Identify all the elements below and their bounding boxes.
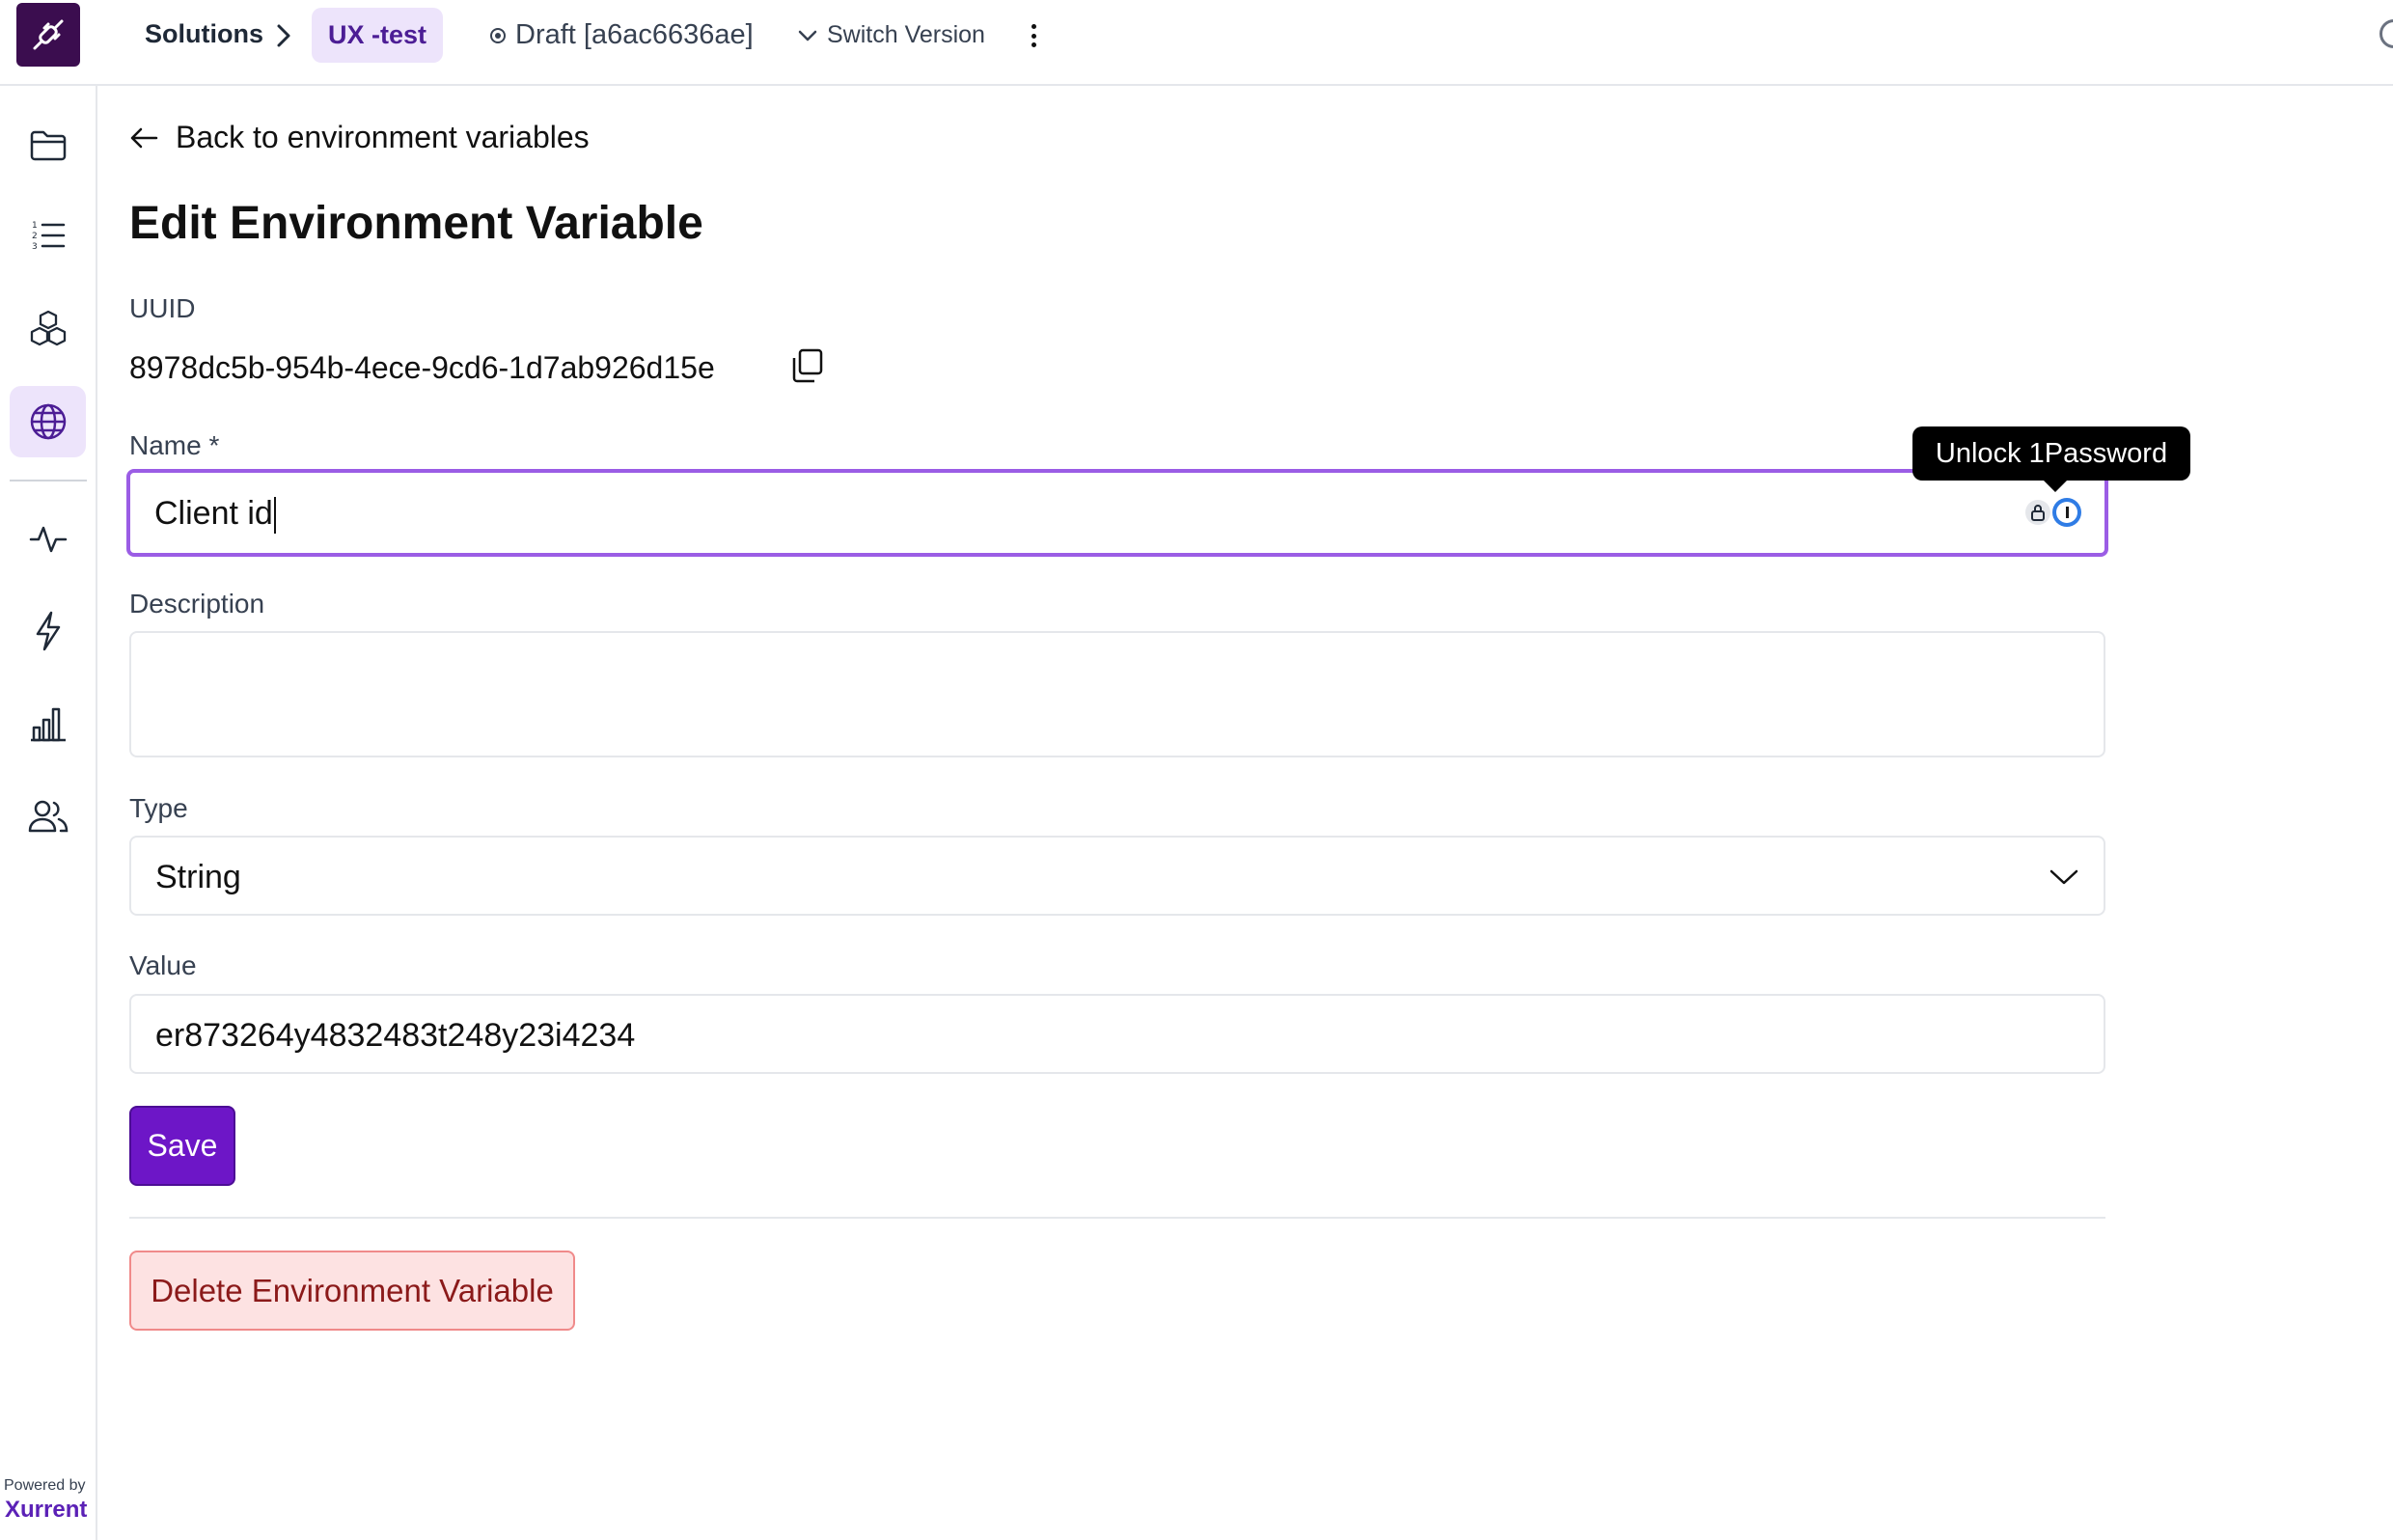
sidebar-item-activity[interactable] [10,504,86,575]
more-options-icon[interactable] [1027,21,1040,50]
sidebar-item-environment[interactable] [10,386,86,457]
chevron-right-icon [277,24,290,47]
powered-by-label: Powered by [4,1477,86,1494]
switch-version-button[interactable]: Switch Version [798,21,985,49]
breadcrumb-current-solution[interactable]: UX -test [312,8,444,63]
app-logo[interactable] [16,3,80,67]
bar-chart-icon [30,707,66,742]
top-bar: Solutions UX -test Draft [a6ac6636ae] Sw… [0,0,2393,86]
svg-text:1: 1 [32,221,38,231]
sidebar-item-components[interactable] [10,293,86,365]
name-label: Name * [129,430,220,460]
plug-logo-icon [33,19,64,50]
sidebar-item-files[interactable] [10,109,86,180]
page-title: Edit Environment Variable [129,198,703,249]
cubes-icon [30,310,66,346]
globe-icon [30,403,66,440]
value-input[interactable]: er873264y4832483t248y23i4234 [129,994,2105,1074]
sidebar-item-users[interactable] [10,781,86,852]
type-select[interactable]: String [129,836,2105,916]
activity-icon [29,526,67,553]
copy-icon[interactable] [789,347,824,384]
help-icon[interactable] [2379,19,2393,48]
sidebar-item-analytics[interactable] [10,688,86,759]
draft-label: Draft [a6ac6636ae] [515,19,754,50]
draft-version-indicator: Draft [a6ac6636ae] [490,19,754,51]
unlock-1password-tooltip: Unlock 1Password [1912,426,2190,492]
1password-icon [2052,498,2081,527]
lightning-icon [36,611,60,651]
chevron-down-icon [2049,869,2078,885]
back-link-label: Back to environment variables [176,120,590,154]
folder-icon [30,130,66,161]
save-button[interactable]: Save [129,1106,235,1186]
value-label: Value [129,950,197,980]
delete-environment-variable-button[interactable]: Delete Environment Variable [129,1251,575,1331]
users-icon [28,800,68,833]
chevron-down-icon [798,30,817,41]
draft-dot-icon [490,27,506,43]
section-divider [129,1217,2105,1219]
svg-text:3: 3 [32,242,38,252]
numbered-list-icon: 123 [32,221,65,252]
back-to-env-vars-link[interactable]: Back to environment variables [129,120,590,155]
description-textarea[interactable] [129,631,2105,757]
brand-name: Xurrent [5,1497,88,1523]
description-label: Description [129,589,265,619]
name-input[interactable]: Client id [126,469,2108,557]
type-label: Type [129,793,188,823]
lock-icon [2025,500,2050,525]
sidebar-divider [10,480,87,481]
sidebar-item-triggers[interactable] [10,595,86,667]
type-select-value: String [155,859,241,895]
1password-button[interactable] [2025,498,2081,527]
switch-version-label: Switch Version [827,21,985,48]
value-input-value: er873264y4832483t248y23i4234 [155,1017,636,1054]
uuid-value: 8978dc5b-954b-4ece-9cd6-1d7ab926d15e [129,350,715,385]
breadcrumb-solutions[interactable]: Solutions [145,19,263,49]
sidebar-item-list[interactable]: 123 [10,200,86,271]
arrow-left-icon [130,127,158,148]
name-input-value: Client id [154,495,276,535]
svg-text:2: 2 [32,232,38,241]
sidebar: 123 Powered by Xurrent [0,86,97,1540]
uuid-label: UUID [129,293,196,323]
